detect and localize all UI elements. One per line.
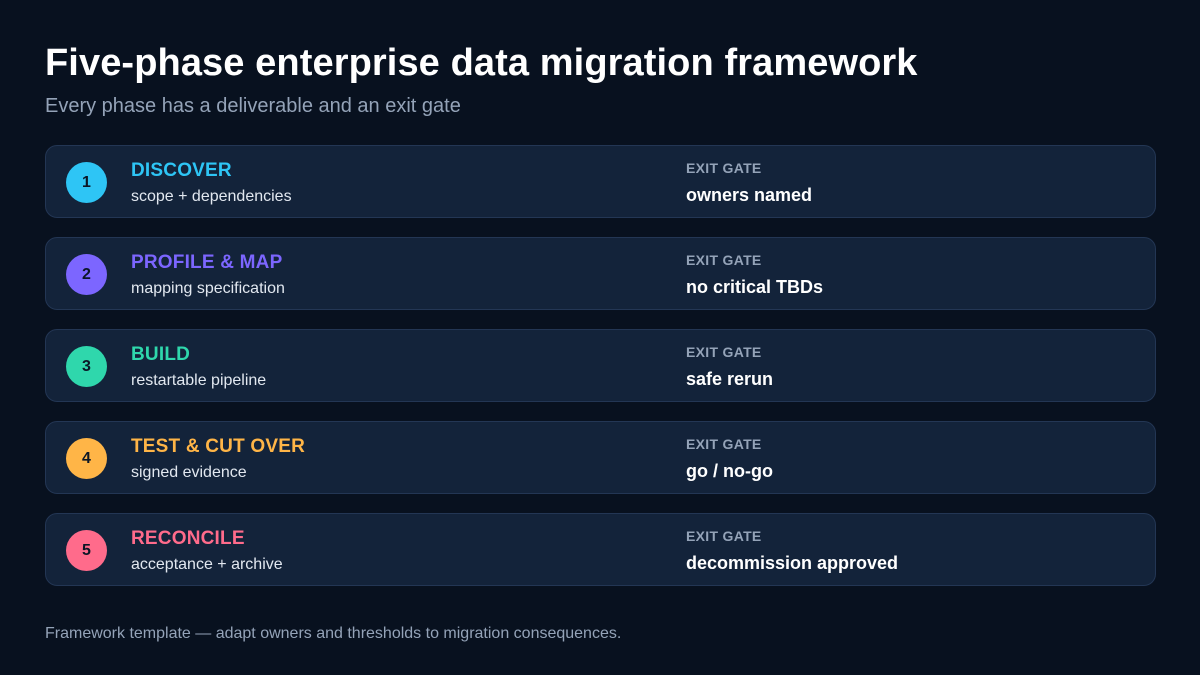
phase-number-badge: 5	[66, 530, 107, 571]
phase-name: RECONCILE	[131, 528, 245, 549]
phase-name: TEST & CUT OVER	[131, 436, 306, 457]
phase-number-badge: 2	[66, 254, 107, 295]
exit-gate-value: no critical TBDs	[686, 277, 824, 297]
page-subtitle: Every phase has a deliverable and an exi…	[45, 95, 461, 117]
phase-deliverable: scope + dependencies	[131, 188, 292, 205]
phase-card-discover: 1 DISCOVER scope + dependencies EXIT GAT…	[45, 145, 1156, 218]
phase-name: DISCOVER	[131, 160, 232, 181]
exit-gate-value: decommission approved	[686, 553, 899, 573]
phase-name: PROFILE & MAP	[131, 252, 283, 273]
exit-gate-label: EXIT GATE	[686, 344, 762, 360]
phase-list: 1 DISCOVER scope + dependencies EXIT GAT…	[45, 145, 1156, 605]
phase-card-build: 3 BUILD restartable pipeline EXIT GATE s…	[45, 329, 1156, 402]
exit-gate-value: go / no-go	[686, 461, 773, 481]
page-title: Five-phase enterprise data migration fra…	[45, 42, 918, 84]
exit-gate-label: EXIT GATE	[686, 252, 762, 268]
phase-deliverable: mapping specification	[131, 280, 285, 297]
phase-deliverable: signed evidence	[131, 464, 247, 481]
phase-name: BUILD	[131, 344, 191, 365]
exit-gate-value: safe rerun	[686, 369, 774, 389]
phase-number-badge: 4	[66, 438, 107, 479]
exit-gate-value: owners named	[686, 185, 813, 205]
phase-deliverable: acceptance + archive	[131, 556, 283, 573]
phase-number-badge: 1	[66, 162, 107, 203]
phase-card-test-cut-over: 4 TEST & CUT OVER signed evidence EXIT G…	[45, 421, 1156, 494]
exit-gate-label: EXIT GATE	[686, 436, 762, 452]
footnote: Framework template — adapt owners and th…	[45, 625, 622, 642]
phase-number-badge: 3	[66, 346, 107, 387]
phase-card-profile-map: 2 PROFILE & MAP mapping specification EX…	[45, 237, 1156, 310]
phase-deliverable: restartable pipeline	[131, 372, 267, 389]
phase-card-reconcile: 5 RECONCILE acceptance + archive EXIT GA…	[45, 513, 1156, 586]
exit-gate-label: EXIT GATE	[686, 528, 762, 544]
exit-gate-label: EXIT GATE	[686, 160, 762, 176]
slide: Five-phase enterprise data migration fra…	[0, 0, 1200, 675]
